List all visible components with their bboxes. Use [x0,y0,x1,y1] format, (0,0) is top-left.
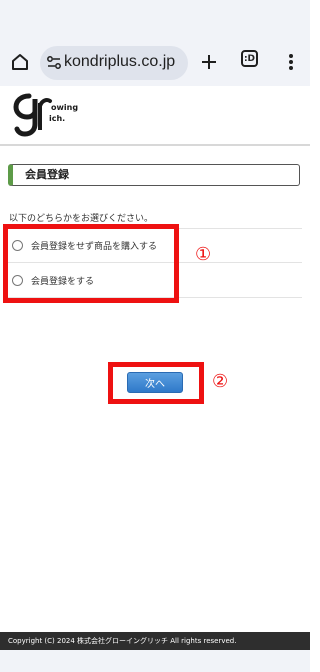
new-tab-icon[interactable] [197,50,221,74]
logo-text-line1: owing [51,103,78,112]
status-bar [0,0,310,40]
footer-copyright: Copyright (C) 2024 株式会社グローイングリッチ All rig… [0,632,310,650]
highlight-box-options [3,224,179,303]
annotation-marker-1: ① [195,244,212,265]
home-icon[interactable] [8,50,32,74]
more-menu-icon[interactable] [279,50,303,74]
header-divider [0,144,310,146]
browser-toolbar: kondriplus.co.jp [0,40,310,86]
site-settings-icon[interactable] [46,55,62,71]
tab-switcher-button[interactable]: :D [241,50,258,67]
section-title: 会員登録 [8,164,300,186]
instruction-text: 以下のどちらかをお選びください。 [9,214,154,224]
logo-text-line2: ich. [49,114,65,123]
annotation-marker-2: ② [212,371,229,392]
site-logo[interactable]: owing ich. [12,90,82,140]
next-button[interactable]: 次へ [127,372,183,393]
url-text: kondriplus.co.jp [64,53,176,70]
address-bar[interactable]: kondriplus.co.jp [40,46,188,80]
system-navigation-bar [0,650,310,672]
